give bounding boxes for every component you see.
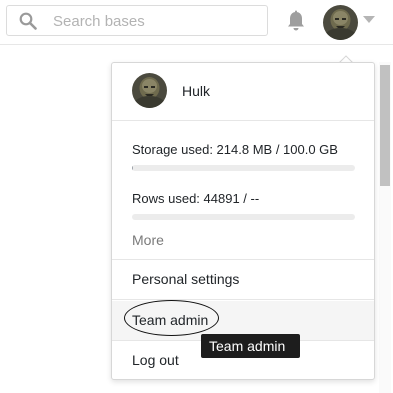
scrollbar-thumb[interactable] <box>380 65 390 186</box>
account-user-row: Hulk <box>112 63 374 121</box>
more-link[interactable]: More <box>132 232 164 248</box>
bell-icon[interactable] <box>286 10 306 32</box>
avatar-image <box>323 5 358 40</box>
menu-item-label: Team admin <box>132 312 209 328</box>
user-avatar[interactable] <box>323 5 358 40</box>
chevron-down-icon[interactable] <box>363 16 375 24</box>
tooltip-text: Team admin <box>209 338 286 354</box>
storage-used-label: Storage used: 214.8 MB / 100.0 GB <box>132 142 338 157</box>
avatar-image <box>132 73 167 108</box>
menu-item-label: Personal settings <box>132 271 240 287</box>
user-name: Hulk <box>182 83 211 99</box>
tooltip: Team admin <box>201 334 300 358</box>
rows-progress-bar <box>132 214 355 220</box>
storage-progress-fill <box>132 165 134 171</box>
menu-item-label: Log out <box>132 352 179 368</box>
avatar <box>132 73 167 108</box>
rows-used-label: Rows used: 44891 / -- <box>132 191 260 206</box>
usage-section: Storage used: 214.8 MB / 100.0 GB Rows u… <box>112 121 374 260</box>
top-bar <box>0 0 393 45</box>
account-dropdown: Hulk Storage used: 214.8 MB / 100.0 GB R… <box>111 62 375 380</box>
search-input[interactable] <box>51 9 265 34</box>
search-icon <box>19 12 37 30</box>
search-box[interactable] <box>6 5 268 36</box>
storage-progress-bar <box>132 165 355 171</box>
menu-item-personal-settings[interactable]: Personal settings <box>112 260 374 300</box>
